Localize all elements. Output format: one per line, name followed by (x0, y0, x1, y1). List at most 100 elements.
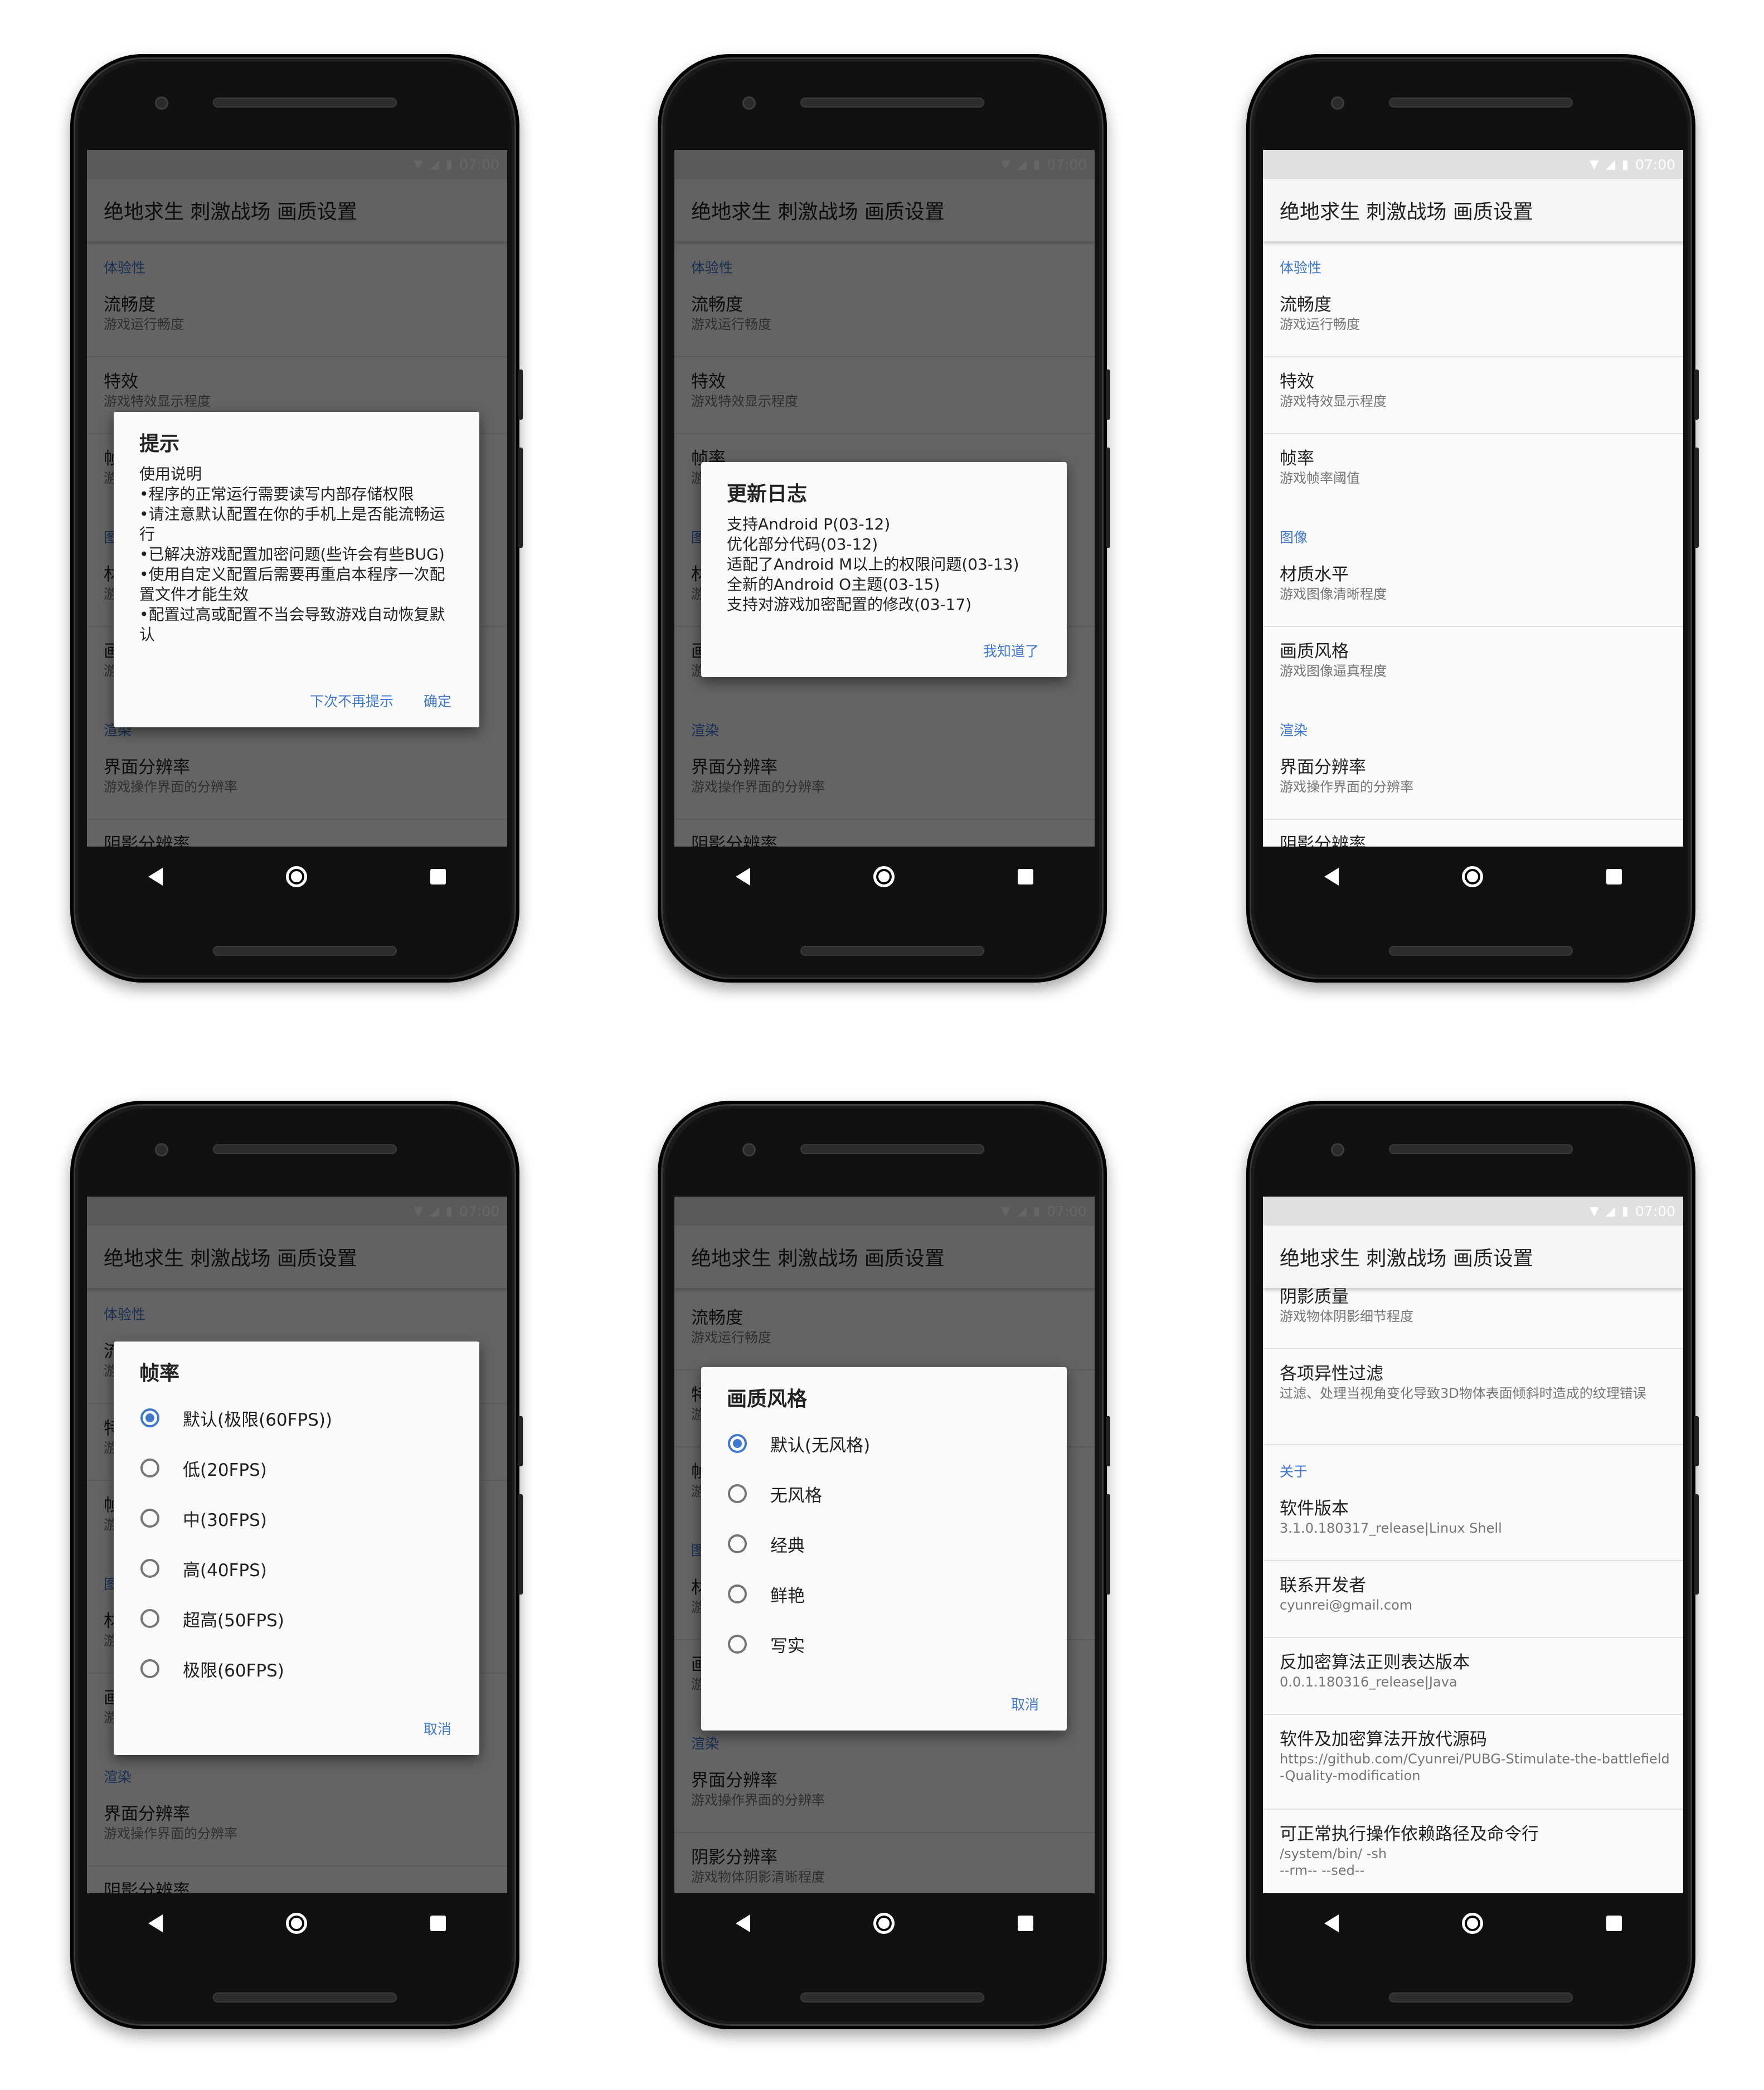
radio-option[interactable]: 写实 (701, 1619, 1067, 1669)
radio-option[interactable]: 中(30FPS) (114, 1493, 479, 1543)
setting-effects[interactable]: 特效 游戏特效显示程度 (1263, 357, 1683, 434)
dialog-title: 帧率 (139, 1362, 180, 1385)
back-icon[interactable] (148, 868, 163, 886)
setting-style[interactable]: 画质风格 游戏图像逼真程度 (1263, 627, 1683, 704)
radio-option[interactable]: 极限(60FPS) (114, 1644, 479, 1694)
navigation-bar (674, 1895, 1095, 1951)
status-time: 07:00 (1635, 156, 1675, 173)
back-icon[interactable] (736, 868, 751, 886)
home-icon[interactable] (1461, 866, 1483, 887)
screenshot-gallery: ▼ ◢ ▮ 07:00 绝地求生 刺激战场 画质设置体验性 流畅度 游戏运行畅度… (0, 0, 1764, 2090)
radio-button[interactable] (140, 1408, 159, 1427)
phone-screen: ▼ ◢ ▮ 07:00 绝地求生 刺激战场 画质设置体验性 流畅度 游戏运行畅度… (674, 150, 1095, 847)
setting-ui-resolution-title: 界面分辨率 (1280, 757, 1366, 777)
radio-option[interactable]: 经典 (701, 1519, 1067, 1569)
home-icon[interactable] (285, 1913, 307, 1934)
setting-fluency[interactable]: 流畅度 游戏运行畅度 (1263, 280, 1683, 357)
radio-option-label: 低(20FPS) (183, 1460, 267, 1480)
front-camera (1331, 1143, 1344, 1156)
earpiece-speaker (800, 98, 984, 108)
dialog-style: 画质风格 默认(无风格) 无风格 经典 鲜艳 写实 取消 (701, 1367, 1067, 1731)
home-icon[interactable] (1461, 1913, 1483, 1934)
recents-icon[interactable] (430, 869, 446, 884)
radio-button[interactable] (728, 1584, 747, 1603)
setting-shadow-resolution[interactable]: 阴影分辨率 游戏物体阴影清晰程度 (1263, 820, 1683, 847)
dialog-message: 使用说明 •程序的正常运行需要读写内部存储权限 •请注意默认配置在你的手机上是否… (139, 465, 445, 644)
dialog-fps: 帧率 默认(极限(60FPS)) 低(20FPS) 中(30FPS) 高(40F… (114, 1342, 479, 1755)
signal-icon: ◢ (1605, 1204, 1615, 1218)
back-icon[interactable] (736, 1914, 751, 1932)
setting-material-title: 材质水平 (1280, 565, 1349, 585)
home-icon[interactable] (873, 866, 895, 887)
radio-button[interactable] (728, 1484, 747, 1503)
never-show-button[interactable]: 下次不再提示 (310, 691, 393, 711)
front-camera (155, 96, 168, 110)
setting-effects-title: 特效 (1280, 372, 1314, 392)
back-icon[interactable] (148, 1914, 163, 1932)
radio-option[interactable]: 低(20FPS) (114, 1443, 479, 1493)
bottom-speaker (1389, 1992, 1573, 2002)
got-it-button[interactable]: 我知道了 (983, 640, 1039, 660)
setting-effects-summary: 游戏特效显示程度 (1280, 393, 1387, 409)
setting-anisotropic[interactable]: 各项异性过滤 过滤、处理当视角变化导致3D物体表面倾斜时造成的纹理错误 (1263, 1349, 1683, 1445)
status-time: 07:00 (1635, 1203, 1675, 1219)
setting-style-summary: 游戏图像逼真程度 (1280, 663, 1387, 679)
radio-button[interactable] (140, 1559, 159, 1578)
phone-frame-tip: ▼ ◢ ▮ 07:00 绝地求生 刺激战场 画质设置体验性 流畅度 游戏运行畅度… (70, 54, 523, 983)
phone-screen: ▼ ◢ ▮ 07:00 绝地求生 刺激战场 画质设置体验性 流畅度 游戏运行畅度… (1263, 150, 1683, 847)
radio-option[interactable]: 鲜艳 (701, 1569, 1067, 1619)
front-camera (742, 96, 756, 110)
radio-button[interactable] (140, 1659, 159, 1678)
about-source-code[interactable]: 软件及加密算法开放代源码 https://github.com/Cyunrei/… (1263, 1715, 1683, 1810)
cancel-button[interactable]: 取消 (1011, 1694, 1039, 1714)
radio-option[interactable]: 超高(50FPS) (114, 1593, 479, 1644)
navigation-bar (87, 1895, 507, 1951)
about-paths[interactable]: 可正常执行操作依赖路径及命令行 /system/bin/ -sh --rm-- … (1263, 1810, 1683, 1887)
setting-style-title: 画质风格 (1280, 641, 1349, 662)
cancel-button[interactable]: 取消 (424, 1718, 451, 1738)
about-contact[interactable]: 联系开发者 cyunrei@gmail.com (1263, 1561, 1683, 1638)
radio-button[interactable] (728, 1635, 747, 1654)
phone-frame-settings: ▼ ◢ ▮ 07:00 绝地求生 刺激战场 画质设置 体验性 流畅度 游戏运行畅度… (1246, 54, 1699, 983)
radio-option[interactable]: 默认(极限(60FPS)) (114, 1393, 479, 1443)
front-camera (155, 1143, 168, 1156)
radio-option-label: 鲜艳 (770, 1586, 805, 1606)
phone-screen: ▼ ◢ ▮ 07:00 绝地求生 刺激战场 画质设置体验性 流畅度 游戏运行畅度… (674, 1197, 1095, 1893)
category-about: 关于 (1280, 1464, 1308, 1480)
recents-icon[interactable] (1606, 1916, 1622, 1931)
back-icon[interactable] (1324, 1914, 1339, 1932)
radio-option[interactable]: 默认(无风格) (701, 1418, 1067, 1469)
recents-icon[interactable] (1606, 869, 1622, 884)
recents-icon[interactable] (430, 1916, 446, 1931)
setting-fluency-summary: 游戏运行畅度 (1280, 317, 1360, 332)
setting-material-summary: 游戏图像清晰程度 (1280, 586, 1387, 602)
radio-option[interactable]: 高(40FPS) (114, 1543, 479, 1593)
navigation-bar (1263, 1895, 1683, 1951)
phone-frame-framerate: ▼ ◢ ▮ 07:00 绝地求生 刺激战场 画质设置体验性 流畅度 游戏运行畅度… (70, 1101, 523, 2029)
about-regex-version[interactable]: 反加密算法正则表达版本 0.0.1.180316_release|Java (1263, 1638, 1683, 1715)
navigation-bar (1263, 849, 1683, 905)
back-icon[interactable] (1324, 868, 1339, 886)
setting-material[interactable]: 材质水平 游戏图像清晰程度 (1263, 550, 1683, 627)
about-source-code-link: https://github.com/Cyunrei/PUBG-Stimulat… (1280, 1751, 1670, 1783)
radio-button[interactable] (140, 1509, 159, 1528)
about-regex-version-title: 反加密算法正则表达版本 (1280, 1652, 1470, 1673)
recents-icon[interactable] (1017, 1916, 1033, 1931)
setting-framerate[interactable]: 帧率 游戏帧率阈值 (1263, 434, 1683, 511)
radio-option[interactable]: 无风格 (701, 1469, 1067, 1519)
home-icon[interactable] (873, 1913, 895, 1934)
radio-button[interactable] (728, 1534, 747, 1553)
setting-ui-resolution[interactable]: 界面分辨率 游戏操作界面的分辨率 (1263, 743, 1683, 820)
radio-button[interactable] (728, 1434, 747, 1453)
recents-icon[interactable] (1017, 869, 1033, 884)
dialog-title: 更新日志 (727, 483, 808, 506)
radio-button[interactable] (140, 1609, 159, 1628)
radio-option-label: 经典 (770, 1535, 805, 1556)
ok-button[interactable]: 确定 (424, 691, 451, 711)
radio-option-label: 高(40FPS) (183, 1560, 267, 1581)
radio-button[interactable] (140, 1459, 159, 1477)
about-version[interactable]: 软件版本 3.1.0.180317_release|Linux Shell (1263, 1484, 1683, 1561)
radio-group: 默认(极限(60FPS)) 低(20FPS) 中(30FPS) 高(40FPS)… (114, 1393, 479, 1694)
page-title: 绝地求生 刺激战场 画质设置 (1280, 201, 1533, 223)
home-icon[interactable] (285, 866, 307, 887)
